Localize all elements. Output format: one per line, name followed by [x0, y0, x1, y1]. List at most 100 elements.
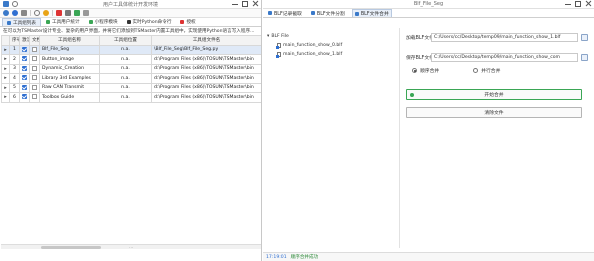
collapse-icon[interactable]: ▾	[267, 34, 269, 39]
expand-icon[interactable]: ▸	[4, 75, 7, 81]
record-icon[interactable]	[12, 10, 18, 16]
tree-item-label: main_function_show_0.blf	[283, 43, 343, 48]
load-row: 加载BLF文件 C:/Users/cc/Desktop/temp09/main_…	[406, 30, 588, 44]
gear-icon[interactable]	[12, 1, 18, 7]
radio-parallel[interactable]: 并行合并	[473, 67, 500, 74]
split-icon	[310, 11, 315, 15]
blf-file-seg-window: Blf_File_Seg BLF记录截取 BLF文件分割 BLF文件合并 ▾ B…	[263, 0, 594, 261]
expand-icon[interactable]: ▸	[4, 66, 7, 72]
stop-icon[interactable]	[43, 10, 49, 16]
start-icon	[410, 93, 414, 97]
home-icon[interactable]	[3, 10, 9, 16]
doc-checkbox[interactable]	[32, 56, 37, 62]
maximize-button[interactable]	[242, 1, 248, 7]
tab-label: 工具用户统计	[51, 20, 80, 25]
load-file-field[interactable]: C:/Users/cc/Desktop/temp09/main_function…	[431, 32, 578, 42]
horizontal-scrollbar[interactable]: ⋯	[1, 244, 261, 250]
tab-mini-program[interactable]: 小程序模块	[85, 18, 122, 26]
tab-blf-record-capture[interactable]: BLF记录截取	[266, 9, 304, 17]
table-row[interactable]: ▸ 4 Library 3rd Examples n.a. d:\Program…	[1, 73, 261, 84]
expand-icon[interactable]: ▸	[4, 85, 7, 91]
left-tab-bar: 工具组列表 工具用户统计 小程序模块 实时Python命令行 授权	[0, 18, 261, 27]
close-button[interactable]	[585, 1, 591, 7]
table-row[interactable]: ▸ 5 Raw CAN Transmit n.a. d:\Program Fil…	[1, 82, 261, 93]
minimize-button[interactable]	[232, 1, 238, 7]
panel-divider[interactable]	[399, 28, 400, 248]
close-button[interactable]	[252, 1, 258, 7]
active-checkbox[interactable]	[22, 94, 27, 100]
minimize-button[interactable]	[565, 1, 571, 7]
active-checkbox[interactable]	[22, 65, 27, 71]
maximize-button[interactable]	[575, 1, 581, 7]
scrollbar-thumb[interactable]	[41, 246, 101, 249]
tab-label: BLF文件分割	[316, 11, 345, 17]
tab-python-console[interactable]: 实时Python命令行	[123, 18, 176, 26]
merge-icon	[354, 11, 359, 16]
doc-checkbox[interactable]	[32, 46, 37, 52]
row-file: d:\Program Files (x86)\TOSUN\TSMaster\bi…	[151, 92, 261, 103]
row-location: n.a.	[99, 63, 152, 74]
radio-label: 顺序合并	[420, 68, 440, 74]
active-checkbox[interactable]	[22, 84, 27, 90]
tree-item[interactable]: main_function_show_0.blf	[267, 41, 397, 50]
header-name[interactable]: 工具组名称	[39, 35, 100, 46]
row-name: Dynamic_Creation	[39, 63, 100, 74]
add-icon[interactable]	[74, 10, 80, 16]
tab-blf-split[interactable]: BLF文件分割	[309, 9, 347, 17]
doc-checkbox[interactable]	[32, 65, 37, 71]
tree-root-label: BLF File	[271, 34, 289, 39]
status-bar: 17:19:01 顺序合并成功	[263, 252, 594, 261]
tab-toolgroup-list[interactable]: 工具组列表	[2, 18, 41, 26]
status-message: 顺序合并成功	[290, 255, 319, 260]
start-merge-button[interactable]: 开始合并	[406, 89, 582, 100]
tab-label: 实时Python命令行	[132, 20, 172, 25]
toolgroup-table: 序号 激活 文档 工具组名称 工具组位置 工具组文件名 ▸ 1 Blf_File…	[1, 35, 261, 103]
tab-blf-merge[interactable]: BLF文件合并	[351, 9, 392, 17]
active-checkbox[interactable]	[22, 46, 27, 52]
doc-checkbox[interactable]	[32, 75, 37, 81]
header-active[interactable]: 激活	[19, 35, 30, 46]
load-browse-button[interactable]	[581, 33, 588, 41]
doc-checkbox[interactable]	[32, 94, 37, 100]
table-row[interactable]: ▸ 2 Button_image n.a. d:\Program Files (…	[1, 54, 261, 65]
clear-files-button[interactable]: 清除文件	[406, 107, 582, 118]
table-row[interactable]: ▸ 3 Dynamic_Creation n.a. d:\Program Fil…	[1, 63, 261, 74]
tree-root[interactable]: ▾ BLF File	[267, 32, 397, 41]
radio-dot[interactable]	[412, 67, 417, 73]
radio-sequential[interactable]: 顺序合并	[412, 67, 439, 74]
table-row[interactable]: ▸ 6 Toolbox Guide n.a. d:\Program Files …	[1, 92, 261, 103]
expand-icon[interactable]: ▸	[4, 47, 7, 53]
table-row[interactable]: ▸ 1 Blf_File_Seg n.a. \Blf_File_Seg\Blf_…	[1, 44, 261, 55]
table-header-row: 序号 激活 文档 工具组名称 工具组位置 工具组文件名	[1, 35, 261, 46]
left-toolbar	[0, 9, 261, 18]
tree-item[interactable]: main_function_show_1.blf	[267, 50, 397, 59]
delete-icon[interactable]	[56, 10, 62, 16]
tab-user-stats[interactable]: 工具用户统计	[42, 18, 84, 26]
refresh-icon[interactable]	[34, 10, 40, 16]
terminal-icon	[126, 20, 131, 24]
active-checkbox[interactable]	[22, 56, 27, 62]
radio-dot[interactable]	[473, 67, 479, 73]
save-browse-button[interactable]	[581, 53, 588, 61]
header-index[interactable]: 序号	[9, 35, 20, 46]
expander-header	[1, 35, 10, 46]
gear-icon[interactable]	[83, 10, 89, 16]
expand-icon[interactable]: ▸	[4, 94, 7, 100]
right-window-controls	[565, 1, 591, 7]
header-location[interactable]: 工具组位置	[99, 35, 152, 46]
active-checkbox[interactable]	[22, 75, 27, 81]
merge-mode-group: 顺序合并 并行合并	[406, 64, 588, 76]
expand-icon[interactable]: ▸	[4, 56, 7, 62]
info-icon[interactable]	[65, 10, 71, 16]
header-file[interactable]: 工具组文件名	[151, 35, 261, 46]
toolbar-separator	[52, 10, 53, 16]
doc-checkbox[interactable]	[32, 84, 37, 90]
save-file-field[interactable]: C:/Users/cc/Desktop/temp09/main_function…	[431, 52, 578, 62]
header-doc[interactable]: 文档	[29, 35, 40, 46]
toolbar-separator	[30, 10, 31, 16]
splitter-grip-icon[interactable]: ⋯	[127, 245, 135, 250]
settings-icon[interactable]	[21, 10, 27, 16]
status-time: 17:19:01	[266, 254, 287, 260]
tab-authorize[interactable]: 授权	[176, 18, 199, 26]
row-file: \Blf_File_Seg\Blf_File_Seg.py	[151, 44, 261, 55]
